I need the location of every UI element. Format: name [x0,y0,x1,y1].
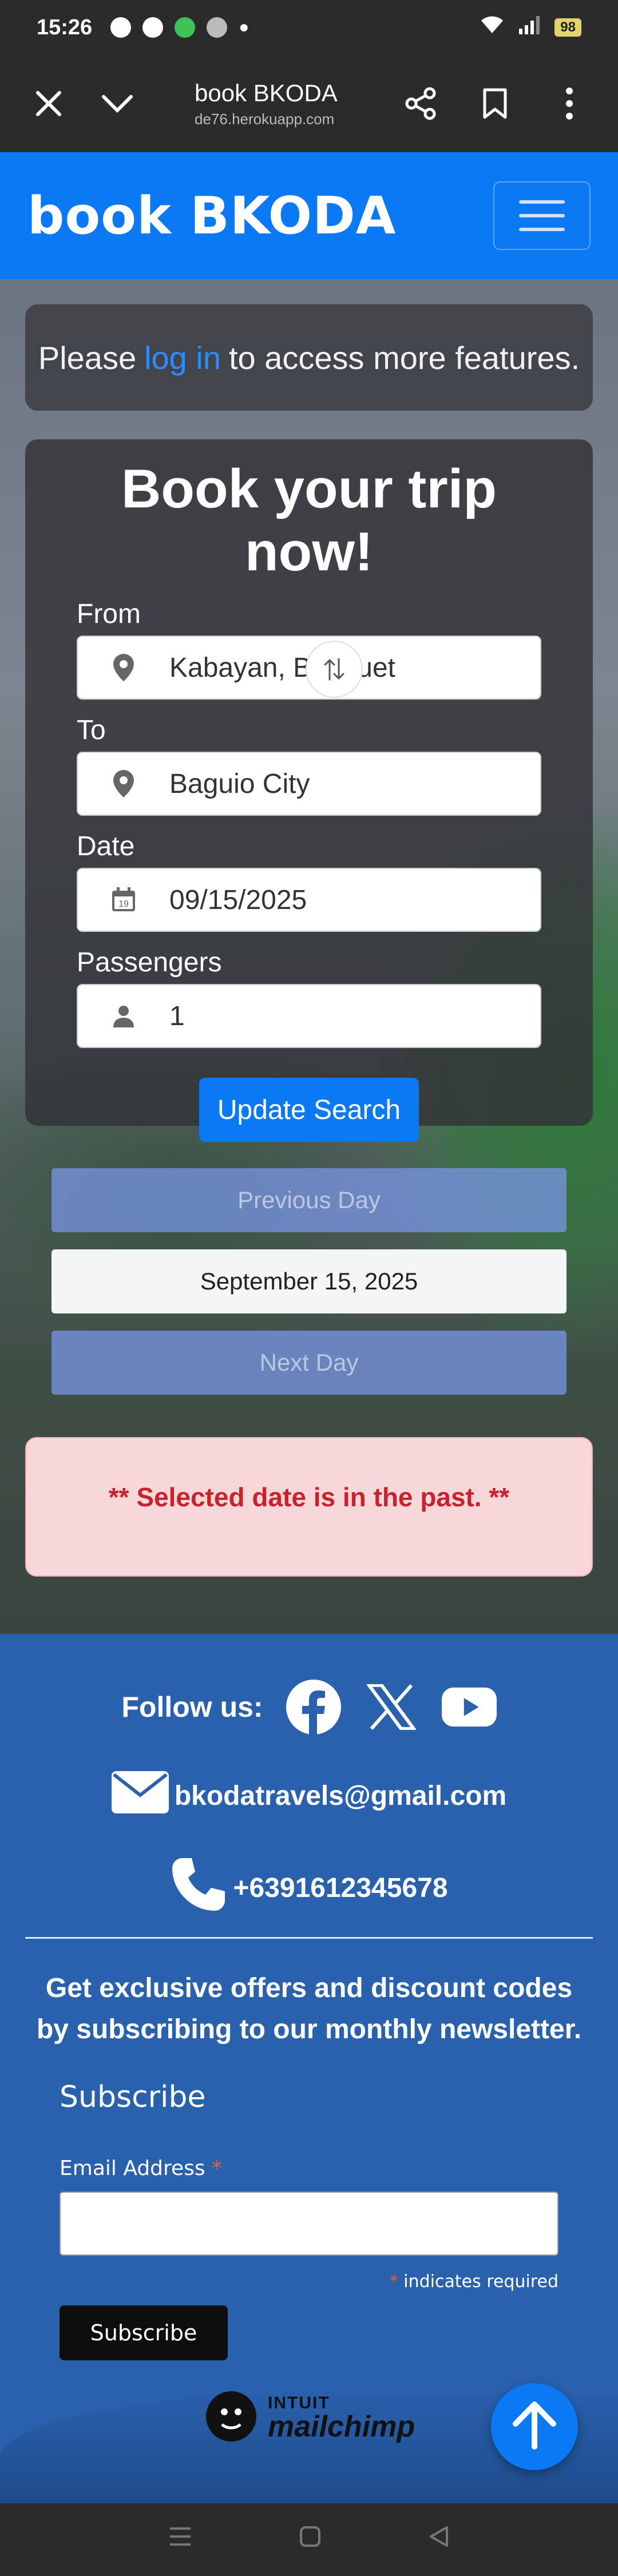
calendar-icon-day: 19 [118,899,129,909]
date-field[interactable]: 19 09/15/2025 [77,868,541,932]
mailchimp-wordmark: mailchimp [268,2410,415,2443]
to-field[interactable]: Baguio City [77,752,541,816]
wifi-icon [480,15,504,40]
x-icon[interactable] [364,1680,419,1734]
footer-divider [25,1937,593,1939]
email-address-input[interactable] [60,2192,558,2256]
from-label: From [77,599,141,629]
previous-day-button[interactable]: Previous Day [52,1168,566,1232]
booking-heading: Book your trip now! [121,458,497,582]
home-icon[interactable] [299,2525,322,2554]
to-value: Baguio City [169,768,310,799]
facebook-icon[interactable] [286,1680,341,1734]
notification-icons: ● [110,17,249,38]
current-date-display: September 15, 2025 [52,1249,566,1313]
email-text: bkodatravels@gmail.com [174,1780,507,1811]
facebook-notification-icon [110,17,132,38]
subscribe-form: Subscribe Email Address * * indicates re… [60,2080,558,2360]
chat-notification-icon [175,17,196,38]
required-asterisk: * [389,2272,398,2292]
arrow-up-icon [509,2400,560,2454]
contact-phone[interactable]: +6391612345678 [0,1856,618,1920]
mailchimp-freddie-icon [203,2388,260,2448]
email-address-label-text: Email Address [60,2157,205,2180]
more-vert-icon[interactable] [544,78,595,129]
signal-icon [518,15,541,40]
login-notice-after: to access more features. [228,339,580,376]
bookmark-icon[interactable] [469,78,521,129]
newsletter-text: Get exclusive offers and discount codes … [36,1973,582,2045]
back-icon[interactable] [427,2525,450,2554]
passengers-label: Passengers [77,947,222,978]
required-note: * indicates required [60,2272,558,2292]
mailchimp-intuit: INTUIT [268,2393,330,2412]
browser-title-area[interactable]: book BKODA de76.herokuapp.com [143,80,395,128]
subscribe-button[interactable]: Subscribe [60,2305,228,2360]
site-navbar: book BKODA [0,152,618,279]
phone-text: +6391612345678 [233,1872,448,1903]
system-navigation-bar [0,2503,618,2576]
login-notice: Please log in to access more features. [25,304,593,411]
hamburger-line [519,200,565,204]
follow-us-row: Follow us: [0,1680,618,1734]
email-address-label: Email Address * [60,2157,558,2180]
past-date-alert: ** Selected date is in the past. ** [25,1437,593,1577]
envelope-icon [111,1771,169,1820]
browser-toolbar: book BKODA de76.herokuapp.com [0,55,618,152]
hamburger-line [519,214,565,217]
passengers-value: 1 [169,1001,185,1031]
more-notifications-icon: ● [239,18,249,37]
date-label: Date [77,831,135,862]
brand-logo[interactable]: book BKODA [27,186,396,246]
status-time: 15:26 [37,15,93,39]
alert-message: ** Selected date is in the past. ** [108,1482,510,1512]
site-footer: Follow us: bkodatravels@gmail.com +63916… [0,1634,618,2503]
required-asterisk: * [212,2157,223,2180]
battery-icon: 98 [554,18,581,37]
map-marker-icon [78,654,169,681]
update-search-button[interactable]: Update Search [199,1078,419,1142]
status-bar: 15:26 ● 98 [0,0,618,55]
phone-icon [170,1856,227,1920]
share-icon[interactable] [395,78,446,129]
login-notice-before: Please [38,339,137,376]
next-day-button[interactable]: Next Day [52,1331,566,1395]
menu-toggle-button[interactable] [493,181,591,250]
messenger-notification-icon [142,17,164,38]
swap-icon[interactable] [306,641,363,698]
mailchimp-logo[interactable]: INTUIT mailchimp [203,2388,415,2448]
chevron-down-icon[interactable] [92,78,143,129]
hamburger-line [519,228,565,231]
login-link[interactable]: log in [144,339,221,376]
close-icon[interactable] [23,78,74,129]
g-notification-icon [207,17,228,38]
required-note-text: indicates required [403,2272,558,2292]
follow-label: Follow us: [121,1691,263,1723]
browser-url: de76.herokuapp.com [195,110,335,128]
map-marker-icon [78,770,169,797]
youtube-icon[interactable] [441,1680,497,1734]
back-to-top-button[interactable] [491,2383,578,2470]
contact-email[interactable]: bkodatravels@gmail.com [0,1771,618,1820]
booking-form: Book your trip now! From Kabayan, Bengue… [25,439,593,1142]
subscribe-heading: Subscribe [60,2080,206,2114]
to-label: To [77,715,106,745]
user-icon [78,1005,169,1027]
browser-page-title: book BKODA [195,79,338,106]
date-value: 09/15/2025 [169,884,307,915]
passengers-field[interactable]: 1 [77,984,541,1048]
calendar-icon: 19 [78,887,169,912]
recent-apps-icon[interactable] [168,2525,193,2554]
